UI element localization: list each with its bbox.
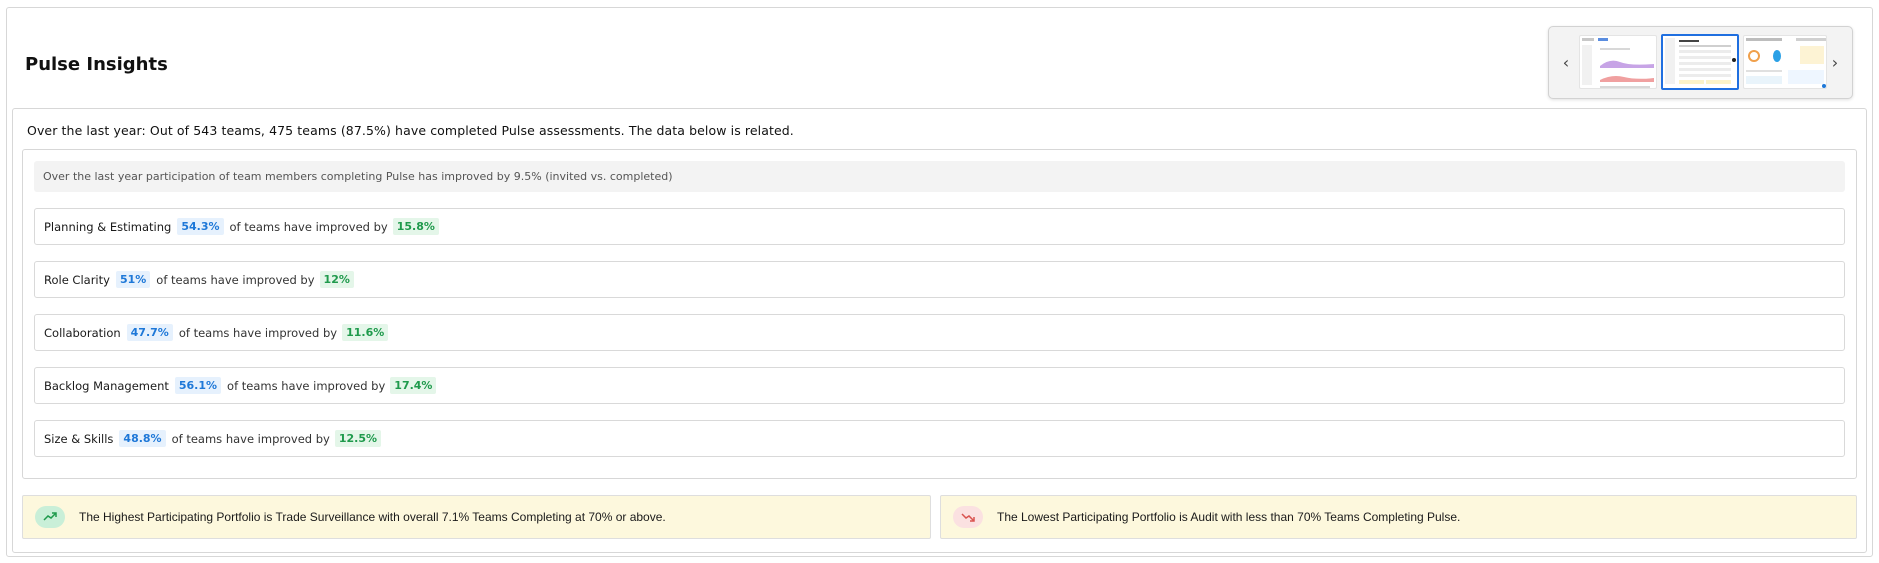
- metric-row-size-skills: Size & Skills 48.8% of teams have improv…: [34, 420, 1845, 457]
- metrics-box: Over the last year participation of team…: [22, 149, 1857, 479]
- metric-name: Planning & Estimating: [44, 219, 172, 234]
- metric-middle-text: of teams have improved by: [227, 378, 386, 393]
- page-title: Pulse Insights: [25, 54, 168, 75]
- chevron-right-icon[interactable]: ›: [1825, 51, 1845, 75]
- metric-middle-text: of teams have improved by: [156, 272, 315, 287]
- trending-down-icon: [953, 506, 983, 528]
- metric-name: Size & Skills: [44, 431, 114, 446]
- carousel-thumbnail-3[interactable]: [1743, 35, 1827, 89]
- improvement-badge: 15.8%: [392, 218, 439, 235]
- chevron-left-icon[interactable]: ‹: [1556, 51, 1576, 75]
- improvement-badge: 12.5%: [334, 430, 382, 447]
- insights-panel: Over the last year: Out of 543 teams, 47…: [12, 108, 1867, 553]
- highest-portfolio-text: The Highest Participating Portfolio is T…: [79, 510, 666, 524]
- metric-row-backlog-management: Backlog Management 56.1% of teams have i…: [34, 367, 1845, 404]
- metric-name: Collaboration: [44, 325, 121, 340]
- metric-middle-text: of teams have improved by: [178, 325, 338, 340]
- metric-middle-text: of teams have improved by: [229, 219, 388, 234]
- lowest-portfolio-banner: The Lowest Participating Portfolio is Au…: [940, 495, 1857, 539]
- pulse-insights-card: Pulse Insights ‹ › Over the last year: O…: [6, 7, 1873, 557]
- teams-percent-badge: 54.3%: [177, 218, 224, 235]
- improvement-badge: 17.4%: [390, 377, 437, 394]
- teams-percent-badge: 51%: [115, 271, 151, 288]
- teams-percent-badge: 56.1%: [174, 377, 222, 394]
- metric-row-planning-estimating: Planning & Estimating 54.3% of teams hav…: [34, 208, 1845, 245]
- teams-percent-badge: 48.8%: [119, 430, 166, 447]
- metric-middle-text: of teams have improved by: [171, 431, 330, 446]
- improvement-badge: 11.6%: [342, 324, 389, 341]
- summary-text: Over the last year: Out of 543 teams, 47…: [27, 123, 794, 138]
- lowest-portfolio-text: The Lowest Participating Portfolio is Au…: [997, 510, 1461, 524]
- metric-row-role-clarity: Role Clarity 51% of teams have improved …: [34, 261, 1845, 298]
- carousel-thumbnail-2-selected[interactable]: [1661, 34, 1739, 90]
- highest-portfolio-banner: The Highest Participating Portfolio is T…: [22, 495, 931, 539]
- metric-name: Backlog Management: [44, 378, 169, 393]
- improvement-badge: 12%: [319, 271, 354, 288]
- metric-row-collaboration: Collaboration 47.7% of teams have improv…: [34, 314, 1845, 351]
- screenshot-carousel: ‹ ›: [1548, 26, 1853, 99]
- metric-name: Role Clarity: [44, 272, 110, 287]
- teams-percent-badge: 47.7%: [126, 324, 173, 341]
- trending-up-icon: [35, 506, 65, 528]
- carousel-thumbnail-1[interactable]: [1579, 35, 1657, 89]
- participation-banner: Over the last year participation of team…: [34, 161, 1845, 192]
